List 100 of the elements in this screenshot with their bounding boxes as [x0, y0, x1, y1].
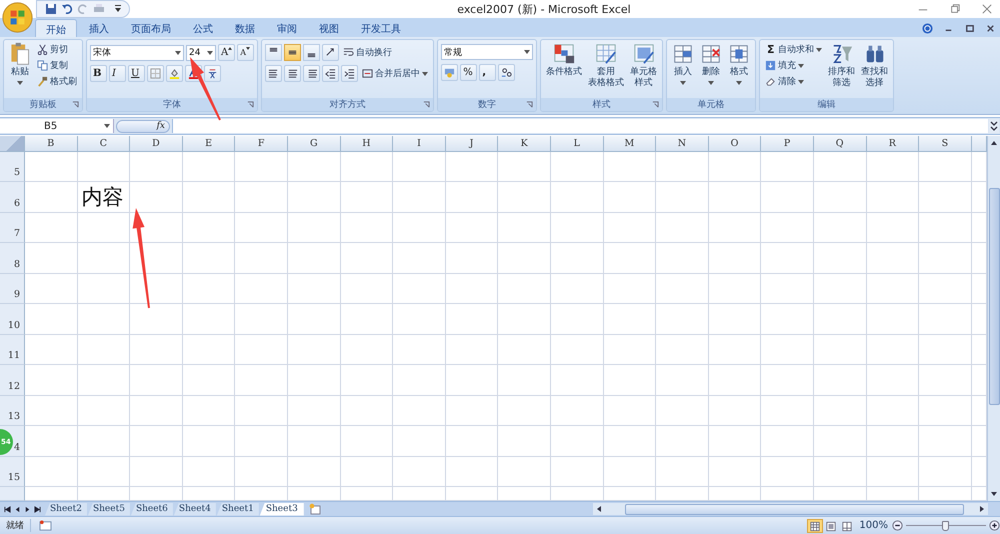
new-sheet-icon[interactable] — [308, 503, 322, 515]
underline-button[interactable]: U — [128, 65, 145, 82]
close-icon[interactable] — [985, 23, 996, 34]
dropdown-arrow-icon[interactable] — [798, 64, 804, 68]
sheet-tab[interactable]: Sheet5 — [88, 502, 130, 516]
column-header[interactable]: L — [550, 136, 604, 152]
dialog-launcher-icon[interactable] — [72, 101, 79, 108]
phonetic-icon[interactable] — [204, 65, 221, 82]
dialog-launcher-icon[interactable] — [247, 101, 254, 108]
shrink-font-button[interactable]: A — [237, 44, 254, 61]
clipboard-button[interactable]: 剪切 — [35, 42, 79, 57]
column-header[interactable]: C — [78, 136, 130, 152]
dialog-launcher-icon[interactable] — [423, 101, 430, 108]
percent-button[interactable]: % — [460, 64, 478, 81]
style-button[interactable]: 套用 表格格式 — [586, 42, 626, 89]
vertical-align-button[interactable] — [303, 44, 320, 61]
column-header[interactable]: J — [446, 136, 498, 152]
zoom-out-icon[interactable] — [892, 520, 903, 531]
clipboard-button[interactable]: 复制 — [35, 58, 79, 73]
column-header[interactable]: H — [340, 136, 394, 152]
fill-color-icon[interactable] — [166, 65, 183, 82]
dropdown-arrow-icon[interactable] — [708, 81, 714, 85]
row-header[interactable]: 7 — [0, 212, 25, 244]
ribbon-tab[interactable]: 审阅 — [267, 19, 307, 37]
column-header[interactable]: G — [288, 136, 341, 152]
wrap-text-button[interactable]: 自动换行 — [341, 45, 394, 60]
row-header[interactable]: 5 — [0, 152, 25, 182]
restore-icon[interactable] — [950, 4, 960, 14]
border-icon[interactable] — [147, 65, 164, 82]
row-header[interactable]: 8 — [0, 243, 25, 274]
dropdown-arrow-icon[interactable] — [104, 124, 110, 128]
comma-button[interactable]: , — [479, 64, 496, 81]
row-header[interactable]: 11 — [0, 334, 25, 366]
zoom-slider[interactable] — [942, 520, 949, 530]
dropdown-arrow-icon[interactable] — [816, 48, 822, 52]
sheet-tab[interactable]: Sheet4 — [174, 502, 216, 516]
editing-button[interactable]: 填充 — [763, 58, 824, 73]
ribbon-tab[interactable]: 数据 — [225, 19, 265, 37]
sheet-nav-icon[interactable] — [4, 506, 11, 512]
style-button[interactable]: 单元格 样式 — [628, 42, 660, 89]
column-header[interactable]: S — [919, 136, 972, 152]
number-format-field[interactable]: 常规 — [441, 44, 534, 60]
column-header[interactable]: M — [604, 136, 656, 152]
orientation-icon[interactable] — [322, 44, 340, 61]
column-header[interactable]: Q — [814, 136, 866, 152]
horizontal-align-icon[interactable] — [265, 65, 282, 82]
customize-icon[interactable] — [115, 5, 121, 13]
formula-input[interactable] — [172, 119, 988, 133]
help-icon[interactable] — [922, 23, 933, 34]
insert-function-button[interactable]: fx — [116, 120, 170, 132]
column-header[interactable]: I — [393, 136, 446, 152]
vertical-align-button[interactable] — [265, 44, 282, 61]
scroll-right-icon[interactable] — [979, 506, 985, 512]
cell-button[interactable]: 删除 — [698, 42, 724, 85]
view-button[interactable] — [807, 518, 824, 532]
ribbon-tab[interactable]: 页面布局 — [121, 19, 181, 37]
merge-center-button[interactable]: 合并后居中 — [360, 66, 430, 81]
increase-decimal-icon[interactable] — [498, 64, 516, 81]
horizontal-scrollbar[interactable] — [593, 503, 988, 515]
editing-button[interactable]: 查找和 选择 — [859, 42, 890, 89]
save-icon[interactable] — [45, 3, 57, 15]
zoom-level[interactable]: 100% — [859, 520, 888, 531]
cell-button[interactable]: 插入 — [670, 42, 696, 85]
dropdown-arrow-icon[interactable] — [524, 50, 530, 54]
zoom-in-icon[interactable] — [989, 520, 1000, 531]
italic-button[interactable]: I — [109, 65, 126, 82]
clipboard-button[interactable]: 格式刷 — [35, 74, 79, 89]
dropdown-arrow-icon[interactable] — [798, 80, 804, 84]
row-header[interactable]: 12 — [0, 365, 25, 396]
font-name-field[interactable]: 宋体 — [90, 44, 184, 60]
dropdown-arrow-icon[interactable] — [175, 50, 181, 54]
scroll-thumb[interactable] — [625, 504, 964, 514]
row-header[interactable]: 13 — [0, 396, 25, 426]
dropdown-arrow-icon[interactable] — [17, 81, 23, 85]
paste-button[interactable]: 粘贴 — [7, 42, 33, 85]
sheet-tab[interactable]: Sheet1 — [216, 502, 259, 516]
sheet-tab[interactable]: Sheet2 — [45, 502, 87, 516]
grow-font-button[interactable]: A — [218, 44, 236, 61]
row-header[interactable]: 10 — [0, 304, 25, 335]
dropdown-arrow-icon[interactable] — [736, 81, 742, 85]
scroll-down-icon[interactable] — [991, 491, 997, 497]
column-header[interactable]: B — [25, 136, 78, 152]
column-header[interactable]: R — [866, 136, 920, 152]
style-button[interactable]: 条件格式 — [544, 42, 584, 78]
macro-record-icon[interactable] — [39, 520, 52, 531]
bold-button[interactable]: B — [90, 65, 107, 82]
editing-button[interactable]: 清除 — [763, 74, 824, 89]
restore-icon[interactable] — [964, 23, 975, 34]
column-header[interactable]: D — [130, 136, 183, 152]
column-header[interactable]: E — [182, 136, 236, 152]
row-header[interactable]: 9 — [0, 274, 25, 304]
scroll-up-icon[interactable] — [991, 140, 997, 146]
horizontal-align-icon[interactable] — [284, 65, 302, 82]
vertical-align-button[interactable] — [284, 44, 302, 61]
font-size-field[interactable]: 24 — [186, 44, 216, 60]
column-header[interactable]: P — [761, 136, 814, 152]
sheet-tab[interactable]: Sheet6 — [130, 502, 173, 516]
dropdown-arrow-icon[interactable] — [207, 50, 213, 54]
column-header[interactable]: O — [708, 136, 762, 152]
horizontal-align-icon[interactable] — [303, 65, 320, 82]
